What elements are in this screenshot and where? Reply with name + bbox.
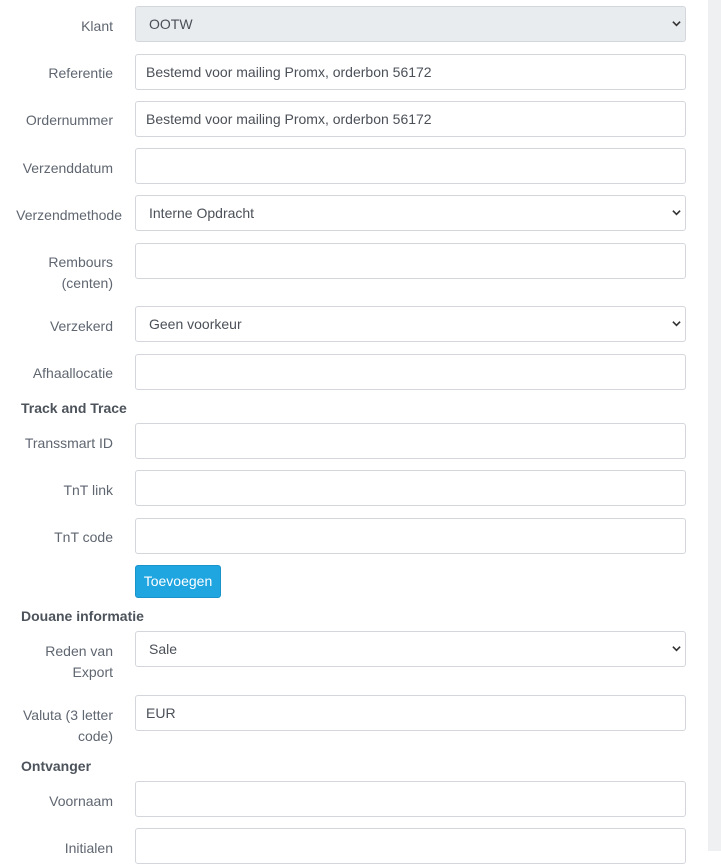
chevron-down-icon: [672, 646, 681, 652]
referentie-input[interactable]: Bestemd voor mailing Promx, orderbon 561…: [135, 54, 686, 90]
klant-label: Klant: [81, 18, 113, 34]
chevron-down-icon: [672, 210, 681, 216]
verzekerd-value: Geen voorkeur: [149, 316, 242, 332]
rembours-input[interactable]: [135, 243, 686, 279]
valuta-label-line2: code): [77, 728, 113, 744]
referentie-label: Referentie: [48, 65, 113, 81]
reden-export-label: Reden van Export: [0, 641, 113, 683]
tnt-link-input[interactable]: [135, 470, 686, 506]
verzenddatum-label: Verzenddatum: [22, 160, 113, 176]
verzekerd-select[interactable]: Geen voorkeur: [135, 306, 686, 342]
referentie-value: Bestemd voor mailing Promx, orderbon 561…: [146, 64, 432, 80]
rembours-label: Rembours (centen): [0, 252, 113, 294]
ordernummer-input[interactable]: Bestemd voor mailing Promx, orderbon 561…: [135, 101, 686, 137]
reden-export-label-line1: Reden van: [45, 643, 113, 659]
afhaallocatie-input[interactable]: [135, 354, 686, 390]
verzenddatum-input[interactable]: [135, 148, 686, 184]
valuta-value: EUR: [146, 705, 176, 721]
tnt-code-input[interactable]: [135, 518, 686, 554]
voornaam-input[interactable]: [135, 781, 686, 817]
verzendmethode-select[interactable]: Interne Opdracht: [135, 195, 686, 231]
verzekerd-label: Verzekerd: [49, 318, 113, 334]
chevron-down-icon: [672, 21, 681, 27]
valuta-label: Valuta (3 letter code): [0, 705, 113, 747]
chevron-down-icon: [672, 321, 681, 327]
klant-value: OOTW: [149, 16, 193, 32]
rembours-label-line1: Rembours: [48, 254, 113, 270]
toevoegen-button[interactable]: Toevoegen: [135, 565, 221, 598]
transsmart-id-input[interactable]: [135, 423, 686, 459]
initialen-label: Initialen: [64, 840, 113, 856]
verzendmethode-label: Verzendmethode: [16, 207, 122, 223]
reden-export-label-line2: Export: [72, 664, 113, 680]
afhaallocatie-label: Afhaallocatie: [32, 365, 113, 381]
tnt-code-label: TnT code: [54, 529, 113, 545]
rembours-label-line2: (centen): [61, 275, 113, 291]
voornaam-label: Voornaam: [49, 793, 113, 809]
section-heading-douane-informatie: Douane informatie: [21, 608, 144, 624]
initialen-input[interactable]: [135, 828, 686, 864]
section-heading-ontvanger: Ontvanger: [21, 758, 92, 774]
ordernummer-label: Ordernummer: [25, 112, 113, 128]
klant-select: OOTW: [135, 6, 686, 42]
transsmart-id-label: Transsmart ID: [24, 435, 113, 451]
section-heading-track-and-trace: Track and Trace: [21, 400, 127, 416]
valuta-label-line1: Valuta (3 letter: [22, 707, 113, 723]
verzendmethode-value: Interne Opdracht: [149, 205, 255, 221]
ordernummer-value: Bestemd voor mailing Promx, orderbon 561…: [146, 111, 432, 127]
valuta-input[interactable]: EUR: [135, 695, 686, 731]
reden-export-value: Sale: [149, 641, 178, 657]
reden-export-select[interactable]: Sale: [135, 631, 686, 667]
page-scrollbar[interactable]: [708, 0, 721, 851]
tnt-link-label: TnT link: [63, 482, 113, 498]
